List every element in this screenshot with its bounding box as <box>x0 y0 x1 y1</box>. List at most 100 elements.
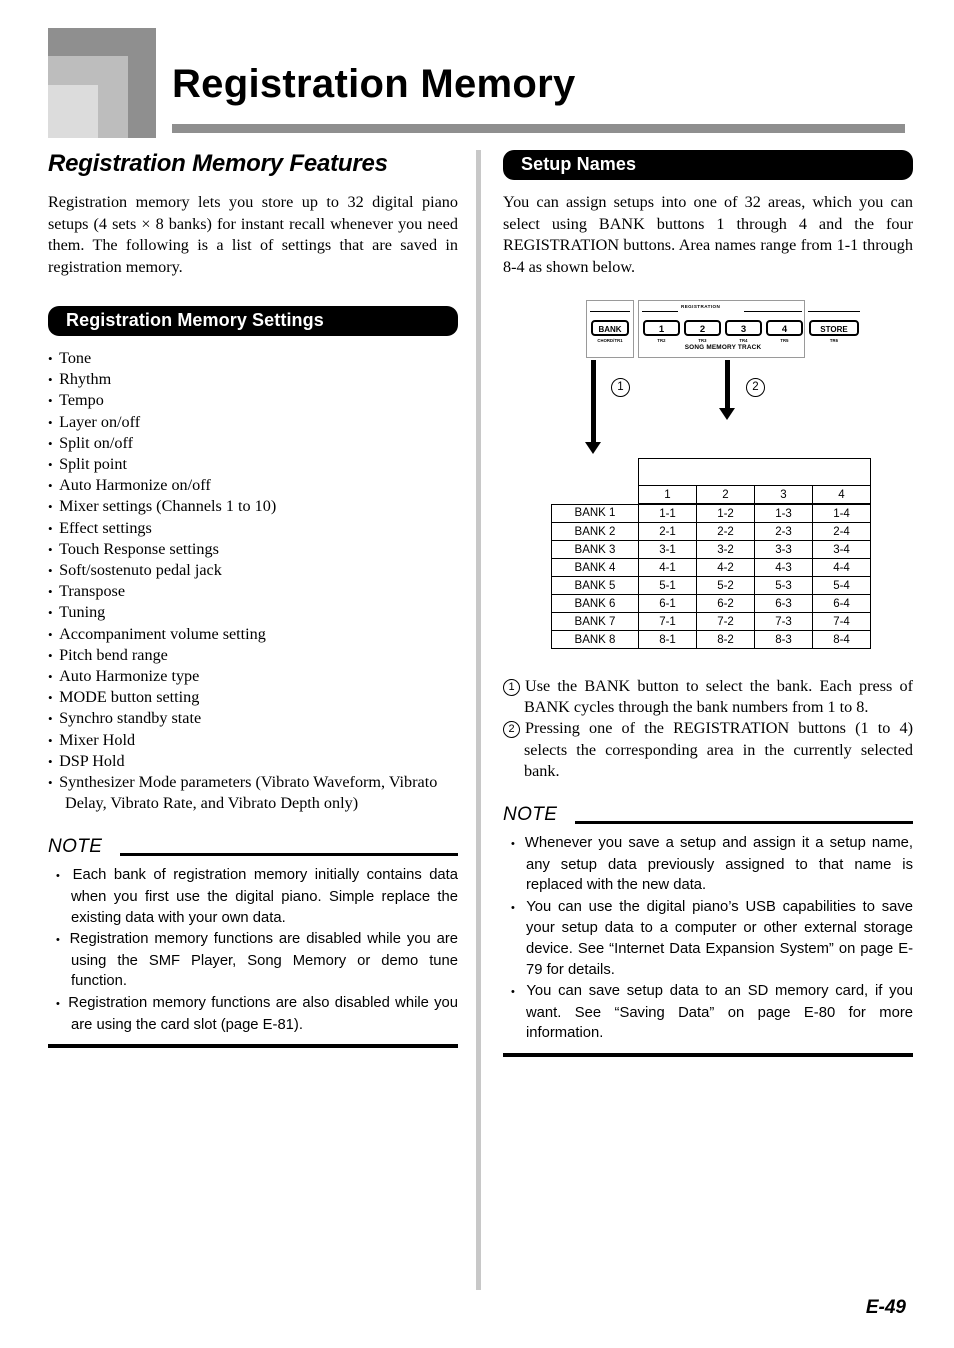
right-note-header: NOTE <box>503 804 913 826</box>
bank-table-area-cell: 4-1 <box>638 558 697 577</box>
right-note-rule <box>575 821 913 825</box>
bank-table-bracket-cell <box>638 458 871 486</box>
settings-list-item: Pitch bend range <box>48 645 458 666</box>
bank-table-row-label: BANK 5 <box>551 576 639 595</box>
bank-table-row: BANK 8 8-1 8-2 8-3 8-4 <box>551 630 871 649</box>
registration-key-4[interactable]: 4 <box>766 320 803 336</box>
bank-table-area-cell: 1-3 <box>754 503 813 523</box>
bank-table-corner <box>552 486 639 505</box>
bank-table-area-cell: 6-4 <box>812 594 871 613</box>
bank-table-area-cell: 3-1 <box>638 540 697 559</box>
bank-table-area-cell: 4-3 <box>754 558 813 577</box>
note-list-item: Registration memory functions are disabl… <box>56 929 458 992</box>
settings-list-item: Transpose <box>48 581 458 602</box>
bank-table-row: BANK 4 4-1 4-2 4-3 4-4 <box>551 558 871 577</box>
bank-table-diagram: 1 2 1234 BANK 1 1-1 1-2 1-3 1-4 BANK 2 2-1 2-2 2… <box>503 360 913 660</box>
bank-table-area-cell: 7-2 <box>696 612 755 631</box>
header-rule <box>172 124 905 133</box>
settings-list-item: Mixer settings (Channels 1 to 10) <box>48 496 458 517</box>
bank-table-area-cell: 2-4 <box>812 522 871 541</box>
bank-area-table: 1234 BANK 1 1-1 1-2 1-3 1-4 BANK 2 2-1 2-2 2-3 2-… <box>551 458 871 649</box>
store-sub-label: TR6 <box>829 338 839 343</box>
bank-table-row: BANK 3 3-1 3-2 3-3 3-4 <box>551 540 871 559</box>
callout-1-arrow-head <box>585 442 601 454</box>
page-header: Registration Memory <box>0 0 954 145</box>
bank-table-area-cell: 5-1 <box>638 576 697 595</box>
settings-list-item: Tone <box>48 348 458 369</box>
features-intro-paragraph: Registration memory lets you store up to… <box>48 193 458 276</box>
bank-table-column-header: 4 <box>812 485 871 505</box>
note-list-item: You can save setup data to an SD memory … <box>511 981 913 1044</box>
bank-table-row-label: BANK 4 <box>551 558 639 577</box>
settings-list-item: Accompaniment volume setting <box>48 624 458 645</box>
registration-key-1[interactable]: 1 <box>643 320 680 336</box>
left-note-label: NOTE <box>48 836 103 858</box>
bank-table-area-cell: 4-2 <box>696 558 755 577</box>
bank-table-area-cell: 3-3 <box>754 540 813 559</box>
bank-table-column-header: 1 <box>638 485 697 505</box>
note-list-item: Whenever you save a setup and assign it … <box>511 833 913 896</box>
column-divider <box>476 150 481 1290</box>
bank-table-area-cell: 7-1 <box>638 612 697 631</box>
features-heading: Registration Memory Features <box>48 150 388 177</box>
callout-2-arrow-stem <box>725 360 730 410</box>
left-column: Registration Memory Features Registratio… <box>48 150 458 1049</box>
bank-table-area-cell: 6-2 <box>696 594 755 613</box>
bank-table-area-cell: 4-4 <box>812 558 871 577</box>
bank-table-row-label: BANK 3 <box>551 540 639 559</box>
registration-rule-right <box>744 311 802 312</box>
callout-2-arrow-head <box>719 408 735 420</box>
bank-table-area-cell: 7-3 <box>754 612 813 631</box>
store-key[interactable]: STORE <box>809 320 859 336</box>
corner-graphic-light <box>48 85 98 138</box>
registration-memory-settings-list: ToneRhythmTempoLayer on/offSplit on/offS… <box>48 348 458 814</box>
bank-table-row: BANK 5 5-1 5-2 5-3 5-4 <box>551 576 871 595</box>
registration-memory-settings-bar: Registration Memory Settings <box>48 306 458 336</box>
left-note-list: Each bank of registration memory initial… <box>48 865 458 1035</box>
bank-usage-steps: 1 Use the BANK button to select the bank.… <box>503 676 913 782</box>
registration-key-2[interactable]: 2 <box>684 320 721 336</box>
settings-list-item: DSP Hold <box>48 751 458 772</box>
bank-usage-step: 2 Pressing one of the REGISTRATION button… <box>503 718 913 782</box>
callout-2-number: 2 <box>746 378 765 397</box>
bank-key[interactable]: BANK <box>591 320 629 336</box>
settings-list-item: Synchro standby state <box>48 708 458 729</box>
setup-names-intro-paragraph: You can assign setups into one of 32 are… <box>503 193 913 276</box>
bank-table-header-row: 1234 <box>552 485 871 505</box>
settings-list-item: Soft/sostenuto pedal jack <box>48 560 458 581</box>
bank-table-bracket-row <box>552 458 871 486</box>
left-note-rule <box>120 853 458 857</box>
registration-key-3[interactable]: 3 <box>725 320 762 336</box>
page-number: E-49 <box>865 1297 906 1318</box>
registration-key-1-sub: TR2 <box>657 338 666 343</box>
bank-usage-step: 1 Use the BANK button to select the bank.… <box>503 676 913 718</box>
step-number-badge: 2 <box>503 721 520 739</box>
callout-1-arrow-stem <box>591 360 596 444</box>
left-note-block: NOTE Each bank of registration memory in… <box>48 836 458 1049</box>
settings-list-item: Tempo <box>48 390 458 411</box>
settings-list-item: Split point <box>48 454 458 475</box>
callout-1-number: 1 <box>611 378 630 397</box>
settings-list-item: Auto Harmonize on/off <box>48 475 458 496</box>
registration-caption: REGISTRATION <box>678 304 724 309</box>
settings-list-item: Rhythm <box>48 369 458 390</box>
bank-table-row: BANK 6 6-1 6-2 6-3 6-4 <box>551 594 871 613</box>
settings-list-item: MODE button setting <box>48 687 458 708</box>
settings-list-item: Layer on/off <box>48 412 458 433</box>
note-list-item: Registration memory functions are also d… <box>56 993 458 1035</box>
right-column: Setup Names You can assign setups into o… <box>503 150 913 1057</box>
bank-table-row: BANK 2 2-1 2-2 2-3 2-4 <box>551 522 871 541</box>
bank-table-area-cell: 5-4 <box>812 576 871 595</box>
right-note-block: NOTE Whenever you save a setup and assig… <box>503 804 913 1057</box>
bank-table-area-cell: 1-4 <box>812 503 871 523</box>
registration-key-3-sub: TR4 <box>739 338 748 343</box>
settings-list-item: Tuning <box>48 602 458 623</box>
bank-table-area-cell: 2-1 <box>638 522 697 541</box>
bank-rule <box>590 311 630 312</box>
bank-table-area-cell: 8-1 <box>638 630 697 649</box>
settings-list-item: Auto Harmonize type <box>48 666 458 687</box>
song-memory-track-caption: SONG MEMORY TRACK <box>684 344 762 351</box>
bank-table-area-cell: 1-2 <box>696 503 755 523</box>
step-number-badge: 1 <box>503 679 520 696</box>
bank-table-column-header: 3 <box>754 485 813 505</box>
